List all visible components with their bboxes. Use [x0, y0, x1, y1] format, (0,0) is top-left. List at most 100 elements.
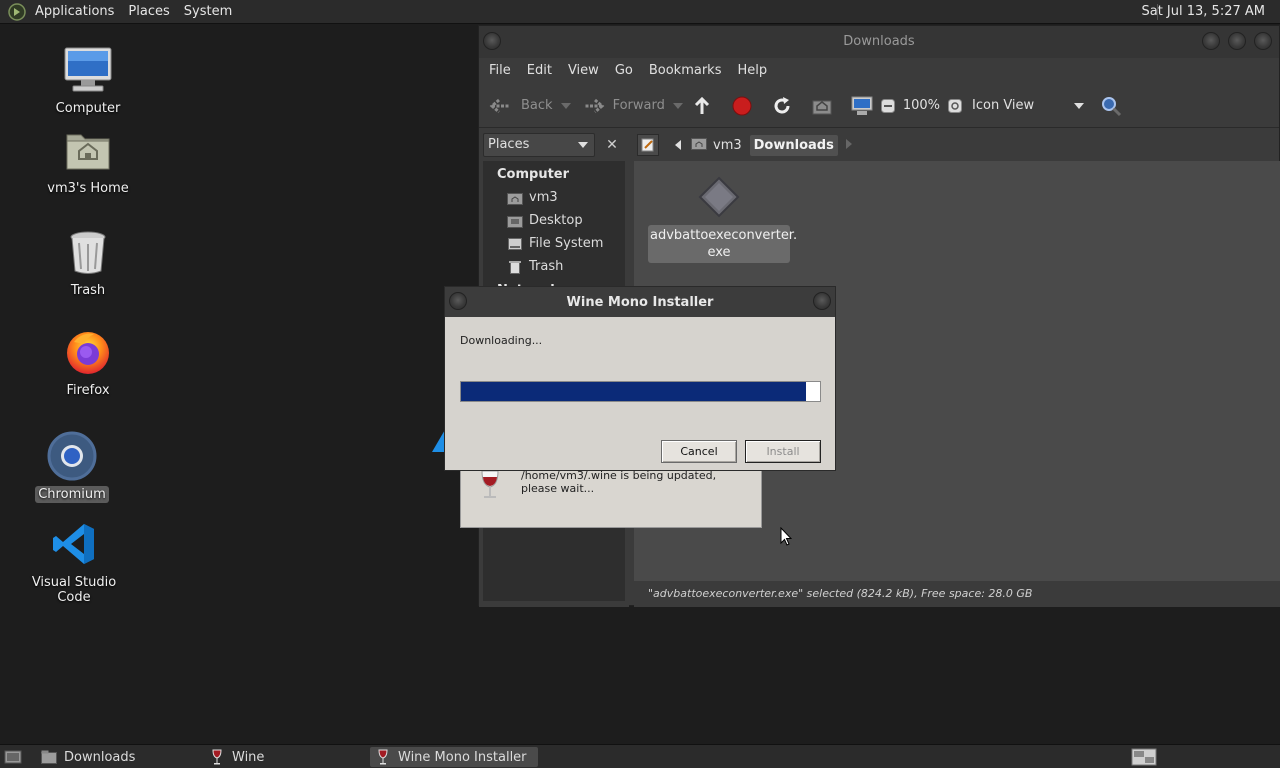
task-label: Wine — [232, 749, 265, 765]
task-wine-mono-installer[interactable]: Wine Mono Installer — [370, 747, 538, 767]
forward-history-dropdown-icon[interactable] — [671, 93, 685, 119]
desktop-icon-chromium[interactable]: Chromium — [12, 430, 132, 503]
clock[interactable]: Sat Jul 13, 5:27 AM — [1134, 0, 1272, 24]
task-downloads[interactable]: Downloads — [36, 747, 196, 767]
close-button[interactable] — [1254, 32, 1272, 50]
file-item[interactable]: advbattoexeconverter. exe — [648, 175, 798, 263]
sidebar-item-vm3[interactable]: vm3 — [507, 190, 558, 205]
sidebar-item-file-system[interactable]: File System — [507, 236, 603, 251]
places-section-computer: Computer — [497, 167, 570, 182]
window-titlebar[interactable]: Downloads — [479, 26, 1279, 58]
sidebar-item-label: vm3 — [529, 190, 558, 205]
path-scroll-left-icon[interactable] — [669, 134, 687, 156]
download-status: Downloading... — [460, 334, 543, 347]
system-menu[interactable]: System — [177, 0, 239, 24]
path-segment-label: vm3 — [713, 137, 742, 153]
desktop-icon-vscode[interactable]: Visual Studio Code — [14, 518, 134, 606]
menu-edit[interactable]: Edit — [519, 58, 560, 84]
sidebar-item-label: Trash — [529, 259, 564, 274]
forward-label: Forward — [612, 98, 665, 113]
chevron-down-icon — [578, 134, 588, 156]
install-button[interactable]: Install — [745, 440, 821, 463]
mouse-cursor-icon — [780, 526, 793, 547]
forward-arrow-icon — [581, 93, 607, 119]
chevron-down-icon — [1074, 98, 1085, 113]
back-label: Back — [521, 98, 553, 113]
trash-icon — [507, 260, 523, 274]
desktop-icon-trash[interactable]: Trash — [28, 226, 148, 299]
menu-bar: File Edit View Go Bookmarks Help — [479, 58, 1279, 84]
desktop-icon-label: Chromium — [35, 486, 109, 503]
file-name-line: exe — [707, 245, 731, 260]
cancel-button[interactable]: Cancel — [661, 440, 737, 463]
chromium-icon — [46, 430, 98, 482]
wine-update-message: /home/vm3/.wine is being updated, please… — [521, 469, 717, 495]
zoom-out-icon[interactable] — [879, 93, 897, 119]
reload-icon[interactable] — [769, 93, 795, 119]
back-button[interactable]: Back — [487, 90, 553, 122]
desktop-folder-icon — [507, 214, 523, 228]
path-scroll-right-icon[interactable] — [845, 138, 852, 153]
firefox-icon — [62, 326, 114, 378]
menu-help[interactable]: Help — [729, 58, 775, 84]
menu-view[interactable]: View — [560, 58, 607, 84]
show-desktop-icon[interactable] — [4, 748, 22, 766]
sidebar-item-trash[interactable]: Trash — [507, 259, 563, 274]
executable-file-icon — [697, 175, 741, 219]
file-name-line: advbattoexeconverter. — [650, 228, 798, 243]
sidebar-selector-value: Places — [488, 137, 530, 152]
path-segment-downloads[interactable]: Downloads — [749, 134, 838, 156]
trash-icon — [62, 226, 114, 278]
menu-go[interactable]: Go — [607, 58, 641, 84]
status-bar: "advbattoexeconverter.exe" selected (824… — [634, 581, 1280, 607]
desktop-icon-computer[interactable]: Computer — [28, 44, 148, 117]
wine-glass-icon — [374, 749, 392, 765]
close-button[interactable] — [813, 292, 831, 310]
menu-file[interactable]: File — [481, 58, 519, 84]
home-icon[interactable] — [809, 93, 835, 119]
path-segment-vm3[interactable]: vm3 — [691, 136, 742, 154]
sidebar-item-desktop[interactable]: Desktop — [507, 213, 583, 228]
view-mode-select[interactable]: Icon View — [972, 98, 1085, 113]
desktop-icon-label: Firefox — [66, 383, 110, 398]
task-label: Wine Mono Installer — [398, 749, 527, 765]
task-wine[interactable]: Wine — [204, 747, 364, 767]
maximize-button[interactable] — [1228, 32, 1246, 50]
edit-location-icon[interactable] — [637, 134, 659, 156]
back-arrow-icon — [487, 93, 513, 119]
sidebar-selector[interactable]: Places — [483, 133, 595, 157]
back-history-dropdown-icon[interactable] — [559, 93, 573, 119]
drive-icon — [507, 237, 523, 251]
desktop-icon-label: Visual Studio Code — [31, 575, 117, 605]
distro-logo-icon[interactable] — [6, 1, 28, 23]
forward-button[interactable]: Forward — [581, 90, 665, 122]
file-name: advbattoexeconverter. exe — [648, 225, 798, 263]
window-titlebar[interactable]: Wine Mono Installer — [445, 287, 835, 317]
home-icon — [691, 136, 707, 154]
zoom-level[interactable]: 100% — [903, 98, 940, 113]
desktop-icon-label: vm3's Home — [47, 181, 129, 196]
computer-icon — [62, 44, 114, 96]
places-menu[interactable]: Places — [121, 0, 176, 24]
folder-icon — [40, 749, 58, 765]
vscode-icon — [48, 518, 100, 570]
desktop-icon-label: Computer — [55, 101, 121, 116]
wine-glass-icon — [208, 749, 226, 765]
stop-icon[interactable] — [729, 93, 755, 119]
up-arrow-icon[interactable] — [689, 93, 715, 119]
menu-bookmarks[interactable]: Bookmarks — [641, 58, 730, 84]
zoom-in-icon[interactable] — [946, 93, 964, 119]
minimize-button[interactable] — [1202, 32, 1220, 50]
desktop-icon-label: Trash — [70, 283, 106, 298]
desktop-icon-firefox[interactable]: Firefox — [28, 326, 148, 399]
task-label: Downloads — [64, 749, 136, 765]
desktop-icon-home[interactable]: vm3's Home — [28, 124, 148, 197]
toolbar: Back Forward 100% Icon View — [479, 84, 1279, 128]
taskbar: Downloads Wine Wine Mono Installer — [0, 744, 1280, 768]
close-sidebar-icon[interactable]: ✕ — [601, 133, 623, 157]
applications-menu[interactable]: Applications — [28, 0, 121, 24]
workspace-switcher-icon[interactable] — [1131, 747, 1157, 767]
top-panel: Applications Places System Sat Jul 13, 5… — [0, 0, 1280, 24]
search-icon[interactable] — [1098, 93, 1124, 119]
computer-icon[interactable] — [849, 93, 875, 119]
